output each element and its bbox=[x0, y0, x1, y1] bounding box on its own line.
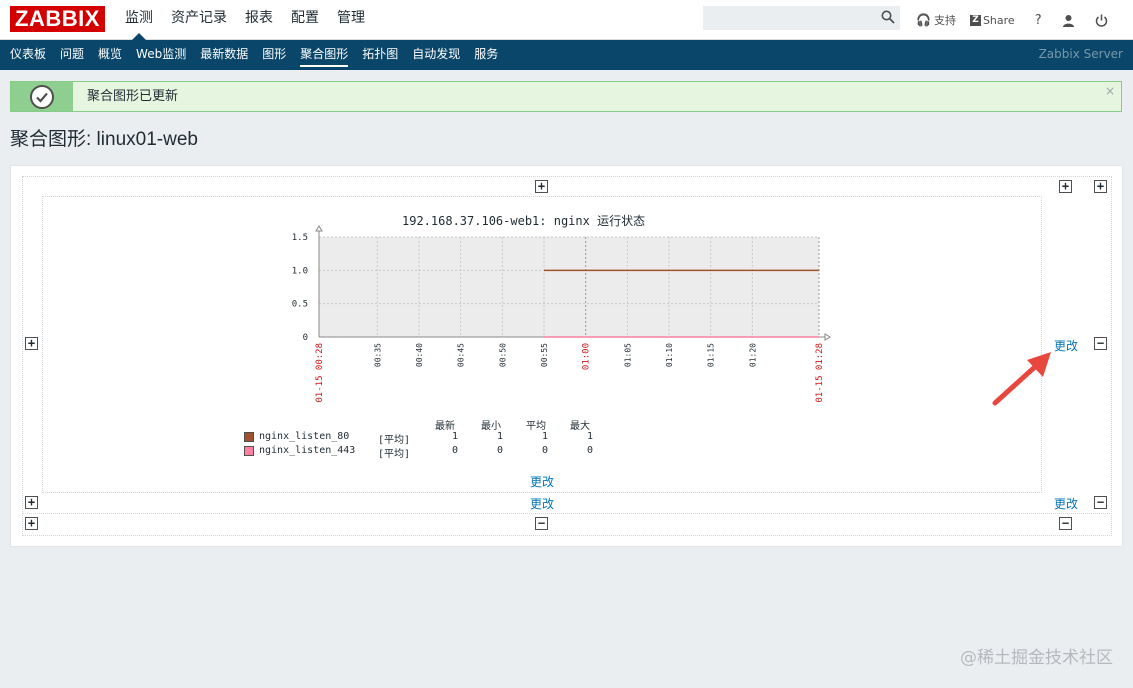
message-icon-box bbox=[11, 82, 73, 111]
x-tick-label: 01:20 bbox=[748, 343, 757, 367]
submenu-maps[interactable]: 拓扑图 bbox=[355, 40, 405, 70]
menu-administration[interactable]: 管理 bbox=[328, 0, 374, 40]
logout-button[interactable] bbox=[1095, 14, 1108, 27]
share-label: Share bbox=[982, 13, 1015, 27]
support-label: 支持 bbox=[933, 14, 956, 27]
menu-configuration[interactable]: 配置 bbox=[282, 0, 328, 40]
header-tools: 🎧 支持 Z Share ? bbox=[916, 0, 1122, 40]
add-row-button[interactable]: + bbox=[25, 517, 38, 530]
y-axis-arrow-icon bbox=[315, 225, 323, 232]
share-link[interactable]: Z Share bbox=[969, 13, 1015, 27]
x-axis-arrow-icon bbox=[824, 333, 831, 341]
x-tick-label: 00:40 bbox=[415, 343, 424, 367]
share-icon: Z bbox=[969, 14, 981, 26]
legend-swatch bbox=[244, 432, 254, 442]
y-tick-label: 0 bbox=[303, 333, 308, 343]
x-tick-label: 01-15 00:28 bbox=[315, 343, 325, 403]
watermark: @稀土掘金技术社区 bbox=[960, 648, 1113, 668]
menu-monitoring[interactable]: 监测 bbox=[116, 0, 162, 40]
add-column-button[interactable]: + bbox=[535, 180, 548, 193]
add-column-button[interactable]: + bbox=[1059, 180, 1072, 193]
support-link[interactable]: 🎧 支持 bbox=[916, 12, 956, 28]
legend-header-avg: 平均 bbox=[526, 421, 546, 432]
success-message: 聚合图形已更新 × bbox=[10, 81, 1122, 112]
remove-column-button[interactable]: − bbox=[1059, 517, 1072, 530]
change-link[interactable]: 更改 bbox=[1054, 495, 1078, 512]
close-icon[interactable]: × bbox=[1105, 84, 1115, 98]
legend-value-max: 0 bbox=[587, 445, 594, 456]
x-tick-label: 00:45 bbox=[457, 343, 466, 367]
zabbix-logo[interactable]: ZABBIX bbox=[10, 6, 105, 32]
main-menu: 监测 资产记录 报表 配置 管理 bbox=[116, 0, 374, 40]
submenu-latest-data[interactable]: 最新数据 bbox=[193, 40, 255, 70]
submenu-web[interactable]: Web监测 bbox=[129, 40, 193, 70]
legend-value-last: 0 bbox=[452, 445, 459, 456]
legend-series-func: [平均] bbox=[378, 435, 411, 446]
legend-header-min: 最小 bbox=[481, 421, 501, 432]
submenu-overview[interactable]: 概览 bbox=[91, 40, 129, 70]
submenu-discovery[interactable]: 自动发现 bbox=[405, 40, 467, 70]
add-column-button[interactable]: + bbox=[1094, 180, 1107, 193]
legend-series-name: nginx_listen_80 bbox=[259, 431, 350, 442]
nginx-status-graph[interactable]: 0 0.5 1.0 1.5 01-15 00:28 00:35 00:40 00:45 00:5… bbox=[270, 225, 850, 415]
remove-row-button[interactable]: − bbox=[1094, 496, 1107, 509]
x-tick-label: 01-15 01:28 bbox=[815, 343, 825, 403]
legend-value-avg: 1 bbox=[542, 431, 549, 442]
x-tick-label: 01:05 bbox=[623, 343, 632, 367]
legend-header-last: 最新 bbox=[435, 421, 455, 432]
x-tick-label: 00:50 bbox=[498, 343, 507, 367]
y-tick-label: 1.5 bbox=[292, 233, 308, 243]
y-tick-label: 0.5 bbox=[292, 300, 308, 310]
submenu-graphs[interactable]: 图形 bbox=[255, 40, 293, 70]
legend-value-min: 0 bbox=[497, 445, 504, 456]
remove-row-button[interactable]: − bbox=[1094, 337, 1107, 350]
user-icon bbox=[1062, 14, 1074, 27]
help-button[interactable]: ? bbox=[1035, 13, 1042, 28]
legend-value-last: 1 bbox=[452, 431, 459, 442]
submenu-dashboard[interactable]: 仪表板 bbox=[3, 40, 53, 70]
legend-series-func: [平均] bbox=[378, 449, 411, 460]
change-link[interactable]: 更改 bbox=[530, 495, 554, 512]
x-tick-label: 00:35 bbox=[373, 343, 382, 367]
change-link[interactable]: 更改 bbox=[1054, 337, 1078, 354]
menu-inventory[interactable]: 资产记录 bbox=[162, 0, 236, 40]
page-title: 聚合图形: linux01-web bbox=[10, 129, 198, 150]
sub-menu-bar: 仪表板 问题 概览 Web监测 最新数据 图形 聚合图形 拓扑图 自动发现 服务… bbox=[0, 40, 1133, 70]
x-tick-label: 00:55 bbox=[540, 343, 549, 367]
submenu-screens[interactable]: 聚合图形 bbox=[293, 40, 355, 70]
legend-series-name: nginx_listen_443 bbox=[259, 445, 356, 456]
y-tick-label: 1.0 bbox=[292, 266, 308, 276]
x-tick-label: 01:00 bbox=[582, 343, 592, 370]
legend-value-max: 1 bbox=[587, 431, 594, 442]
server-name: Zabbix Server bbox=[1038, 47, 1123, 61]
user-profile-button[interactable] bbox=[1062, 14, 1075, 27]
sub-menu: 仪表板 问题 概览 Web监测 最新数据 图形 聚合图形 拓扑图 自动发现 服务 bbox=[3, 40, 505, 70]
check-icon bbox=[30, 85, 54, 109]
legend-value-min: 1 bbox=[497, 431, 504, 442]
x-tick-label: 01:10 bbox=[665, 343, 674, 367]
change-link[interactable]: 更改 bbox=[530, 473, 554, 490]
x-tick-label: 01:15 bbox=[707, 343, 716, 367]
annotation-arrow-icon bbox=[992, 352, 1051, 406]
add-row-button[interactable]: + bbox=[25, 496, 38, 509]
headset-icon: 🎧 bbox=[916, 13, 931, 27]
legend-value-avg: 0 bbox=[542, 445, 549, 456]
legend-header-max: 最大 bbox=[570, 421, 590, 432]
menu-reports[interactable]: 报表 bbox=[236, 0, 282, 40]
screen-row-divider bbox=[22, 513, 1112, 514]
search-input[interactable] bbox=[703, 6, 900, 30]
message-text: 聚合图形已更新 bbox=[87, 89, 179, 104]
submenu-problems[interactable]: 问题 bbox=[53, 40, 91, 70]
remove-column-button[interactable]: − bbox=[535, 517, 548, 530]
add-row-button[interactable]: + bbox=[25, 337, 38, 350]
submenu-services[interactable]: 服务 bbox=[467, 40, 505, 70]
legend-swatch bbox=[244, 446, 254, 456]
top-header: ZABBIX 监测 资产记录 报表 配置 管理 🎧 支持 Z Share ? bbox=[0, 0, 1133, 40]
plot-background bbox=[319, 237, 819, 337]
power-icon bbox=[1095, 14, 1107, 27]
search-icon[interactable] bbox=[881, 10, 895, 24]
